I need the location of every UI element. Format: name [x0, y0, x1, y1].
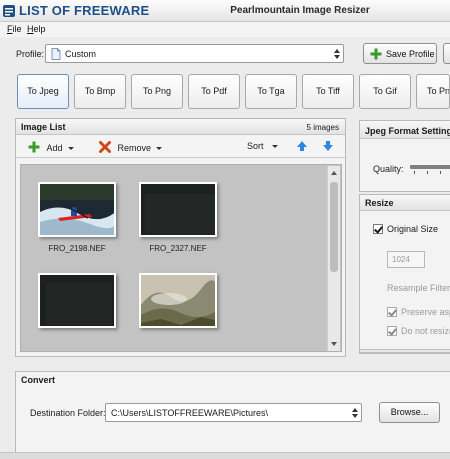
save-profile-label: Save Profile	[386, 49, 435, 59]
tab-to-tga[interactable]: To Tga	[245, 74, 297, 109]
scroll-up-icon[interactable]	[331, 171, 337, 175]
logo-text: LIST OF FREEWARE	[19, 3, 150, 18]
add-label: Add	[46, 143, 63, 153]
image-thumb[interactable]	[38, 273, 116, 328]
jpeg-settings-panel: Jpeg Format Setting Quality:	[359, 120, 450, 192]
tab-to-tiff[interactable]: To Tiff	[302, 74, 354, 109]
image-list-toolbar: Add Remove Sort	[16, 135, 345, 158]
image-thumb[interactable]	[38, 182, 116, 237]
image-name: FRO_2198.NEF	[48, 244, 106, 253]
browse-button[interactable]: Browse...	[379, 402, 440, 423]
menu-bar: File Help	[0, 22, 450, 37]
title-bar: LIST OF FREEWARE Pearlmountain Image Res…	[0, 0, 450, 22]
dark-photo-icon	[141, 184, 215, 235]
preserve-aspect-checkbox[interactable]: Preserve asp	[387, 307, 450, 317]
image-list-scrollbar[interactable]	[327, 166, 340, 351]
window-title: Pearlmountain Image Resizer	[230, 5, 370, 16]
jpeg-settings-title: Jpeg Format Setting	[365, 126, 450, 136]
original-size-checkbox[interactable]: Original Size	[373, 224, 438, 234]
profile-value: Custom	[65, 49, 97, 59]
save-profile-button[interactable]: Save Profile	[363, 43, 437, 64]
updown-icon	[334, 49, 340, 59]
jpeg-settings-header: Jpeg Format Setting	[360, 121, 450, 139]
convert-title: Convert	[21, 375, 56, 385]
remove-button[interactable]: Remove	[99, 141, 163, 153]
checkbox-checked-icon	[387, 307, 397, 317]
quality-label: Quality:	[373, 164, 404, 174]
image-list-header: Image List 5 images	[16, 119, 345, 135]
move-up-icon[interactable]	[296, 140, 308, 152]
sort-button[interactable]: Sort	[247, 141, 278, 151]
convert-panel: Convert Destination Folder: C:\Users\LIS…	[15, 371, 450, 453]
tab-to-bmp[interactable]: To Bmp	[74, 74, 126, 109]
resize-header: Resize	[360, 195, 450, 211]
remove-x-icon	[99, 141, 111, 153]
updown-icon	[352, 408, 358, 418]
image-grid: FRO_2198.NEF FRO_2327.NEF	[20, 164, 342, 352]
add-button[interactable]: Add	[28, 141, 74, 153]
resample-filter-label: Resample Filter	[387, 283, 450, 293]
menu-help[interactable]: Help	[27, 24, 46, 34]
tab-to-png[interactable]: To Png	[131, 74, 183, 109]
preserve-aspect-label: Preserve asp	[401, 307, 450, 317]
resize-panel-divider	[360, 349, 450, 353]
image-list-panel: Image List 5 images Add Remove Sort FRO_…	[15, 118, 346, 357]
quality-slider[interactable]	[410, 165, 450, 175]
image-name: FRO_2327.NEF	[149, 244, 207, 253]
app-logo: LIST OF FREEWARE	[2, 2, 149, 20]
do-not-resize-label: Do not resize	[401, 326, 450, 336]
scroll-down-icon[interactable]	[331, 342, 337, 346]
remove-label: Remove	[117, 143, 152, 153]
dark-photo-icon	[40, 275, 114, 326]
tab-to-gif[interactable]: To Gif	[359, 74, 411, 109]
profile-label: Profile:	[16, 49, 45, 59]
profile-extra-button[interactable]	[443, 43, 450, 64]
destination-label: Destination Folder:	[30, 408, 106, 418]
sort-label: Sort	[247, 141, 264, 151]
destination-value: C:\Users\LISTOFFREEWARE\Pictures\	[111, 408, 269, 418]
do-not-resize-checkbox[interactable]: Do not resize	[387, 326, 450, 336]
tab-to-jpeg[interactable]: To Jpeg	[17, 74, 69, 109]
image-list-title: Image List	[21, 122, 66, 132]
plus-icon	[370, 48, 382, 60]
resize-panel: Resize Original Size 1024 Resample Filte…	[359, 194, 450, 354]
logo-icon	[3, 5, 15, 17]
convert-header: Convert	[16, 372, 450, 388]
image-thumb[interactable]	[139, 273, 217, 328]
image-thumb[interactable]	[139, 182, 217, 237]
move-down-icon[interactable]	[322, 140, 334, 152]
status-strip	[0, 452, 450, 459]
image-count: 5 images	[306, 123, 339, 132]
checkbox-checked-icon	[373, 224, 383, 234]
tab-to-png-2[interactable]: To Pn	[416, 74, 450, 109]
width-input[interactable]: 1024	[387, 251, 425, 268]
checkbox-checked-icon	[387, 326, 397, 336]
document-icon	[51, 48, 61, 60]
menu-file[interactable]: File	[7, 24, 22, 34]
original-size-label: Original Size	[387, 224, 439, 234]
foggy-landscape-icon	[141, 275, 215, 326]
plus-icon	[28, 141, 40, 153]
kayak-icon	[40, 184, 114, 235]
format-tabs: To Jpeg To Bmp To Png To Pdf To Tga To T…	[11, 70, 450, 114]
scroll-thumb[interactable]	[330, 182, 338, 272]
destination-folder-select[interactable]: C:\Users\LISTOFFREEWARE\Pictures\	[105, 403, 362, 422]
resize-title: Resize	[365, 198, 394, 208]
profile-select[interactable]: Custom	[45, 44, 344, 63]
tab-to-pdf[interactable]: To Pdf	[188, 74, 240, 109]
